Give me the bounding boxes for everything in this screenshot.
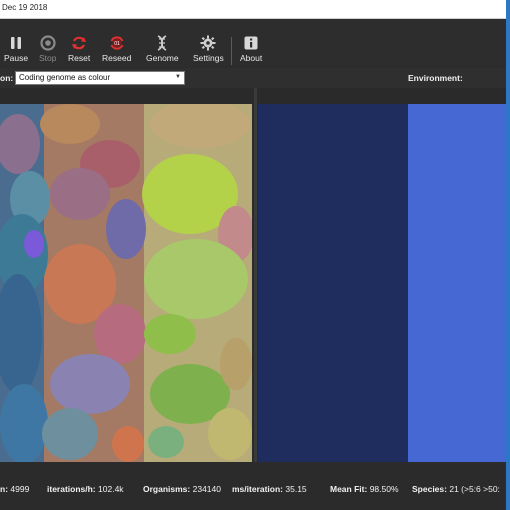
environment-view[interactable] <box>258 104 506 462</box>
environment-region-dark <box>258 104 408 462</box>
genome-icon <box>157 35 167 51</box>
environment-label: Environment: <box>408 73 463 83</box>
reset-button[interactable]: Reset <box>68 35 90 67</box>
organisms-stat: Organisms: 234140 <box>143 484 221 494</box>
stop-label: Stop <box>39 53 57 63</box>
settings-button[interactable]: Settings <box>193 35 224 67</box>
pause-icon <box>11 37 22 49</box>
genome-label: Genome <box>146 53 179 63</box>
window-title: Dec 19 2018 <box>2 3 48 12</box>
reset-label: Reset <box>68 53 91 63</box>
population-canvas <box>0 104 252 462</box>
population-view[interactable] <box>0 104 252 462</box>
mean-fitness-stat: Mean Fit: 98.50% <box>330 484 399 494</box>
reseed-icon: 01 <box>110 36 124 50</box>
ms-per-iteration-stat: ms/iteration: 35.15 <box>232 484 307 494</box>
window-border <box>506 0 510 510</box>
reseed-button[interactable]: 01 Reseed <box>102 35 131 67</box>
stop-button[interactable]: Stop <box>39 35 57 67</box>
iterations-per-hour-stat: iterations/h: 102.4k <box>47 484 124 494</box>
pause-label: Pause <box>4 53 29 63</box>
status-bar: n: 4999 iterations/h: 102.4k Organisms: … <box>0 476 506 510</box>
visualisation-value: Coding genome as colour <box>19 73 111 82</box>
panel-top-margin <box>0 88 506 104</box>
reseed-badge: 01 <box>114 41 120 47</box>
iteration-stat: n: 4999 <box>0 484 30 494</box>
gear-icon <box>200 35 216 51</box>
panel-splitter[interactable] <box>254 88 257 462</box>
settings-label: Settings <box>193 53 224 63</box>
chevron-down-icon: ▼ <box>175 74 181 80</box>
window-titlebar: Dec 19 2018 <box>0 0 510 19</box>
visualisation-dropdown[interactable]: Coding genome as colour ▼ <box>15 71 185 85</box>
stop-icon <box>40 35 56 51</box>
view-header: on: Coding genome as colour ▼ Environmen… <box>0 68 506 88</box>
genome-button[interactable]: Genome <box>146 35 179 67</box>
population-label: on: <box>0 73 14 83</box>
about-label: About <box>240 53 263 63</box>
toolbar-separator <box>231 37 232 65</box>
pause-button[interactable]: Pause <box>4 35 28 67</box>
info-icon <box>244 36 258 50</box>
reseed-label: Reseed <box>102 53 132 63</box>
reset-icon <box>72 36 87 50</box>
toolbar: Pause Stop Reset 01 Reseed Genome Settin… <box>0 19 506 67</box>
species-stat: Species: 21 (>5:6 >50: <box>412 484 500 494</box>
about-button[interactable]: About <box>240 35 262 67</box>
environment-region-light <box>408 104 506 462</box>
